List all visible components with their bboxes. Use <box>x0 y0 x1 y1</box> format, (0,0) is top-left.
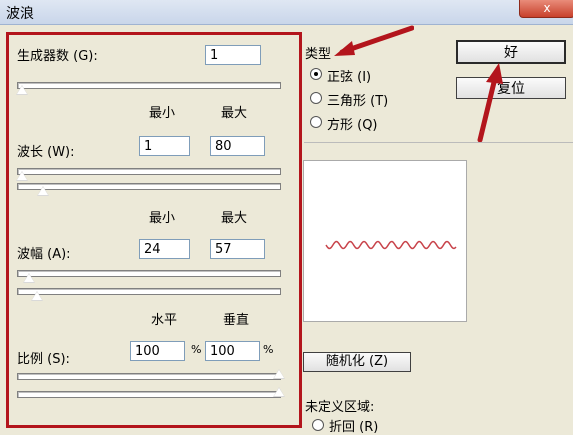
separator <box>304 142 573 143</box>
wavelength-max-input[interactable] <box>210 136 265 156</box>
amplitude-label: 波幅 (A): <box>17 247 71 262</box>
radio-square-label[interactable]: 方形 (Q) <box>327 114 378 133</box>
scale-vertical-slider[interactable] <box>17 391 281 398</box>
wavelength-min-header: 最小 <box>149 106 176 121</box>
close-button[interactable]: x <box>519 0 573 18</box>
generators-label: 生成器数 (G): <box>17 49 98 64</box>
scale-horizontal-unit: % <box>191 343 202 356</box>
annotation-arrow-ok-icon <box>477 63 503 143</box>
amplitude-max-thumb[interactable] <box>31 291 43 303</box>
wavelength-min-slider[interactable] <box>17 168 281 175</box>
generators-slider-thumb[interactable] <box>16 85 28 97</box>
radio-triangle[interactable] <box>310 92 322 104</box>
vertical-header: 垂直 <box>223 313 250 328</box>
randomize-button[interactable]: 随机化 (Z) <box>303 352 411 372</box>
wave-settings-panel: 生成器数 (G): 最小 最大 波长 (W): 最小 最大 波幅 (A): 水平… <box>6 32 302 428</box>
radio-wrap-around-label[interactable]: 折回 (R) <box>329 416 378 435</box>
wavelength-min-thumb[interactable] <box>16 171 28 183</box>
radio-triangle-label[interactable]: 三角形 (T) <box>327 90 388 109</box>
amplitude-max-header: 最大 <box>221 211 248 226</box>
wavelength-min-input[interactable] <box>139 136 190 156</box>
amplitude-max-slider[interactable] <box>17 288 281 295</box>
undefined-area-title: 未定义区域: <box>305 400 375 415</box>
amplitude-min-thumb[interactable] <box>23 273 35 285</box>
wavelength-max-thumb[interactable] <box>37 186 49 198</box>
generators-slider-track[interactable] <box>17 82 281 89</box>
scale-horizontal-input[interactable] <box>130 341 185 361</box>
horizontal-header: 水平 <box>151 313 178 328</box>
radio-square[interactable] <box>310 116 322 128</box>
amplitude-max-input[interactable] <box>210 239 265 259</box>
type-group-title: 类型 <box>305 47 332 62</box>
scale-horizontal-slider[interactable] <box>17 373 281 380</box>
amplitude-min-header: 最小 <box>149 211 176 226</box>
scale-vertical-unit: % <box>263 343 274 356</box>
sine-wave-icon <box>325 240 457 250</box>
wave-preview <box>303 160 467 322</box>
amplitude-min-input[interactable] <box>139 239 190 259</box>
wavelength-max-header: 最大 <box>221 106 248 121</box>
radio-sine-label[interactable]: 正弦 (I) <box>327 66 371 85</box>
wavelength-max-slider[interactable] <box>17 183 281 190</box>
window-title: 波浪 <box>6 6 34 22</box>
scale-vertical-input[interactable] <box>205 341 260 361</box>
scale-label: 比例 (S): <box>17 352 70 367</box>
generators-input[interactable] <box>205 45 261 65</box>
radio-sine[interactable] <box>310 68 322 80</box>
scale-horizontal-thumb[interactable] <box>273 369 285 381</box>
annotation-arrow-type-icon <box>334 25 414 56</box>
scale-vertical-thumb[interactable] <box>273 387 285 399</box>
radio-wrap-around[interactable] <box>312 419 324 431</box>
amplitude-min-slider[interactable] <box>17 270 281 277</box>
title-bar: 波浪 x <box>0 0 573 25</box>
wavelength-label: 波长 (W): <box>17 145 75 160</box>
